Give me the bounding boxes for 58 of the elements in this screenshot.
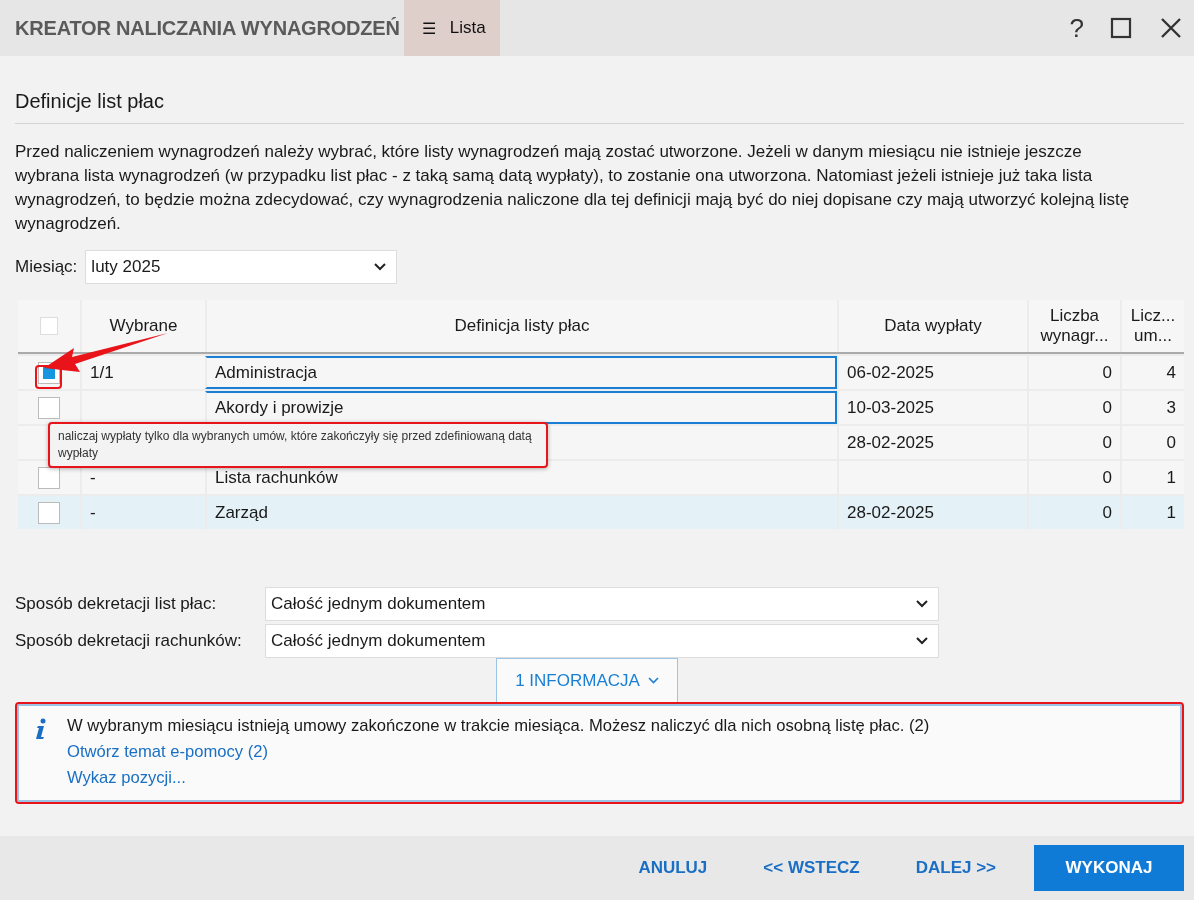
description-text: Przed naliczeniem wynagrodzeń należy wybrać, które listy wynagrodzeń mają zostać utworzone. Jeżeli w danym miesiącu nie istnieje jeszcze wybrana lista wynagrodzeń (w przypadku list płac - z taką samą datą wypłaty), to zostanie ona utworzona. Natomiast jeżeli istnieje już taka lista wynagrodzeń, to będzie można zdecydować, czy wynagrodzenia naliczone dla tej definicji mają być do niej dopisane czy mają utworzyć kolejną listę wynagrodzeń.	[15, 141, 1131, 235]
row-checkbox[interactable]	[38, 466, 60, 489]
table-cell: 0	[1166, 432, 1176, 453]
table-cell: 1/1	[90, 362, 114, 383]
chevron-down-icon	[916, 637, 928, 645]
table-cell: 3	[1166, 397, 1176, 418]
chevron-icon	[647, 677, 659, 684]
row-checkbox[interactable]	[38, 501, 60, 524]
table-cell: 28-02-2025	[847, 432, 934, 453]
table-cell: -	[90, 467, 96, 488]
table-cell: 28-02-2025	[847, 502, 934, 523]
execute-button[interactable]: WYKONAJ	[1034, 845, 1184, 891]
table-row[interactable]: Akordy i prowizje 10-03-2025 0 3	[18, 389, 1184, 424]
table-cell: 10-03-2025	[847, 397, 934, 418]
row-checkbox[interactable]	[38, 396, 60, 419]
table-cell: Zarząd	[215, 502, 268, 523]
select-all-checkbox[interactable]	[40, 317, 58, 335]
column-header[interactable]: Liczba wynagr...	[1027, 300, 1120, 352]
help-link[interactable]: Otwórz temat e-pomocy (2)	[67, 742, 269, 762]
table-cell: 1	[1166, 467, 1176, 488]
chevron-down-icon	[374, 263, 387, 271]
chevron-down-icon	[916, 600, 928, 608]
table-row[interactable]: - Zarząd 28-02-2025 0 1	[18, 494, 1184, 529]
table-cell: 0	[1102, 467, 1112, 488]
table-cell: 0	[1102, 397, 1112, 418]
table-row[interactable]: 1/1 Administracja 06-02-2025 0 4	[18, 354, 1184, 389]
help-button[interactable]: ?	[1069, 12, 1084, 44]
table-cell: 1	[1166, 502, 1176, 523]
footer-button[interactable]: << WSTECZ	[737, 845, 886, 891]
table-cell: Akordy i prowizje	[215, 397, 344, 418]
column-header[interactable]: Licz... um...	[1120, 300, 1184, 352]
dropdown-field[interactable]: Całość jednym dokumentem	[265, 624, 939, 658]
table-cell: 0	[1102, 362, 1112, 383]
month-select[interactable]: luty 2025	[85, 250, 398, 284]
help-link[interactable]: Wykaz pozycji...	[67, 768, 186, 788]
table-cell: 4	[1166, 362, 1176, 383]
footer-button[interactable]: ANULUJ	[612, 845, 734, 891]
month-label: Miesiąc:	[15, 257, 78, 277]
select-label: Sposób dekretacji list płac:	[15, 594, 218, 614]
maximize-icon[interactable]	[1110, 17, 1132, 39]
select-label: Sposób dekretacji rachunków:	[15, 631, 243, 651]
close-icon[interactable]	[1160, 17, 1182, 39]
table-cell: -	[90, 502, 96, 523]
info-message: W wybranym miesiącu istnieją umowy zakończone w trakcie miesiąca. Możesz naliczyć dla nich osobną listę płac. (2)	[67, 716, 930, 736]
tooltip: naliczaj wypłaty tylko dla wybranych umów, które zakończyły się przed zdefiniowaną datą wypłaty	[48, 422, 548, 468]
table-cell: 0	[1102, 502, 1112, 523]
list-menu-button[interactable]: ☰ Lista	[403, 0, 500, 56]
table-cell: 06-02-2025	[847, 362, 934, 383]
information-toggle[interactable]: 1 INFORMACJA	[496, 658, 678, 702]
table-cell: Lista rachunków	[215, 467, 338, 488]
table-cell: 0	[1102, 432, 1112, 453]
dropdown-field[interactable]: Całość jednym dokumentem	[265, 587, 939, 621]
column-header[interactable]: Definicja listy płac	[205, 300, 837, 352]
column-header[interactable]: Data wypłaty	[837, 300, 1027, 352]
table-cell: Administracja	[215, 362, 318, 383]
section-title: Definicje list płac	[15, 56, 1184, 124]
window-title: KREATOR NALICZANIA WYNAGRODZEŃ	[15, 16, 400, 40]
footer-button[interactable]: DALEJ >>	[889, 845, 1022, 891]
